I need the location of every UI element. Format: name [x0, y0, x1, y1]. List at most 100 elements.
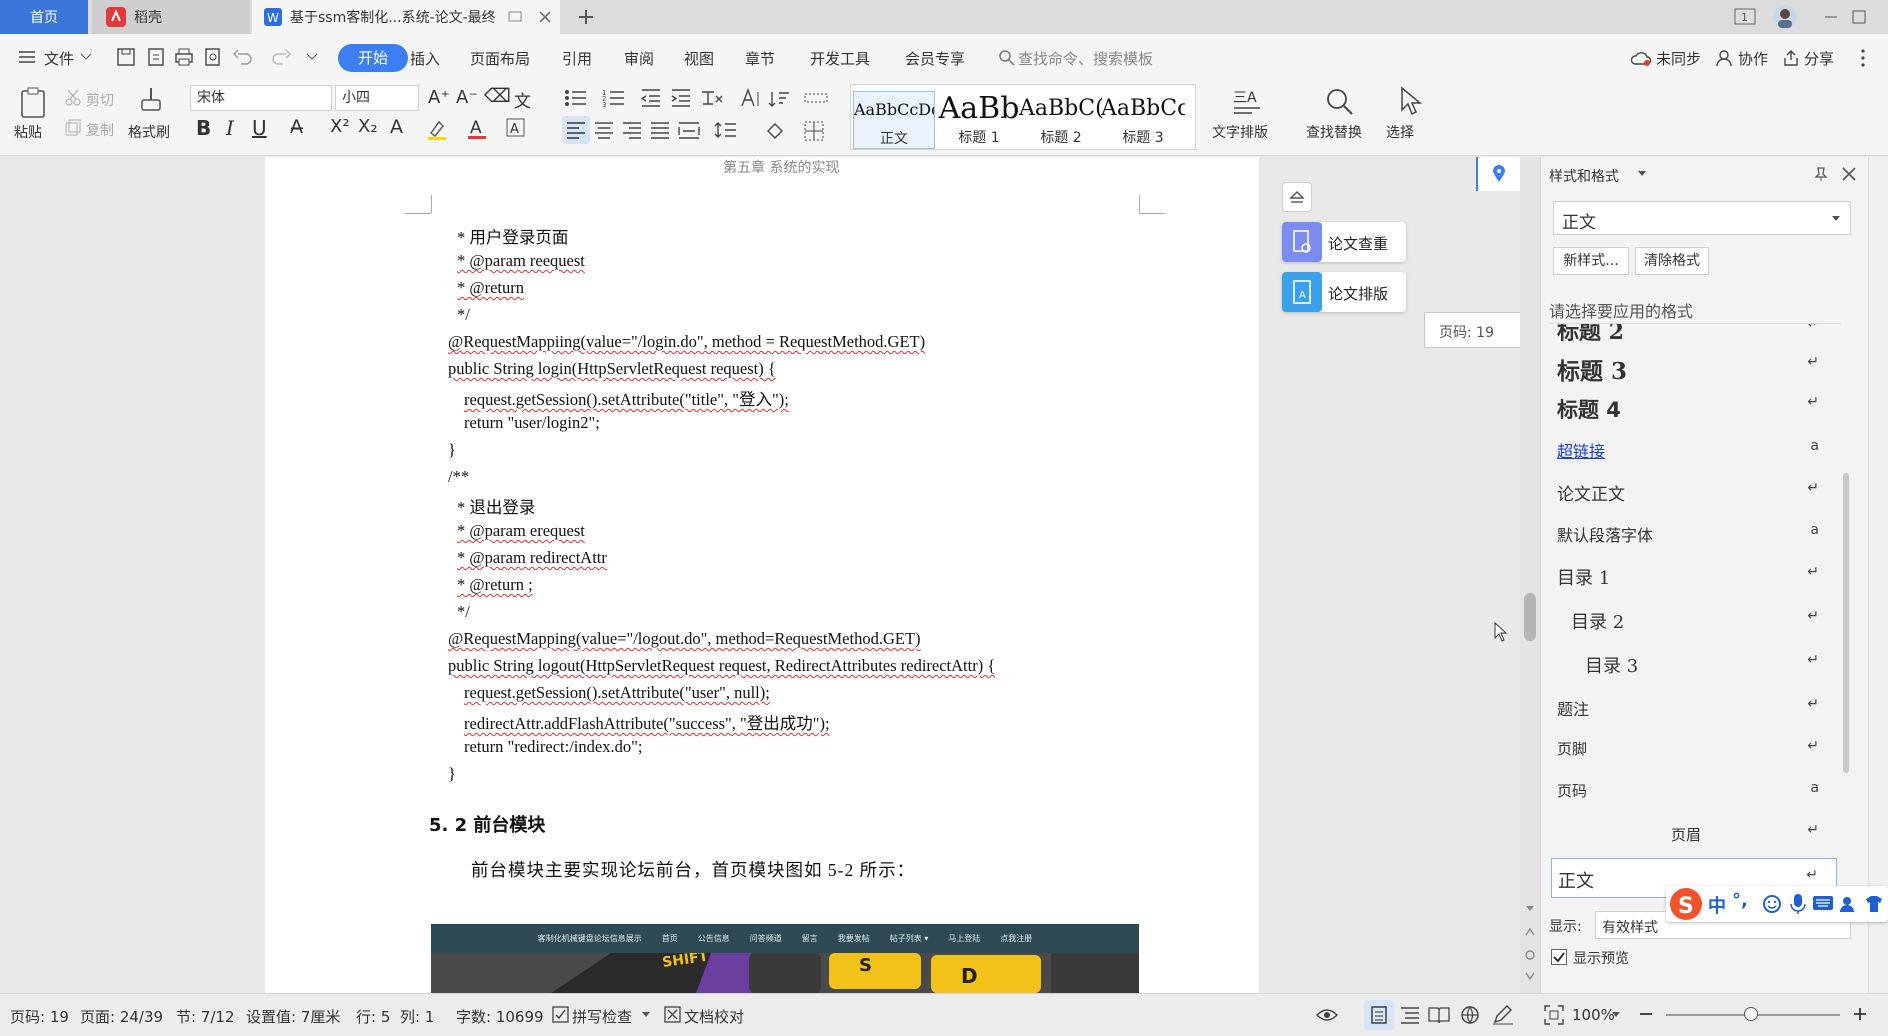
align-center-icon[interactable] [594, 121, 614, 139]
numbered-list-icon[interactable]: 123 [602, 88, 626, 108]
style-item-toc-2[interactable]: 目录 2 ↵ [1549, 598, 1841, 640]
print-icon[interactable] [174, 47, 194, 67]
page-count-icon[interactable]: 1 [1734, 7, 1758, 27]
style-item-default-font[interactable]: 默认段落字体 a [1549, 512, 1841, 552]
style-item-toc-1[interactable]: 目录 1 ↵ [1549, 554, 1841, 596]
select-button[interactable]: 选择 [1386, 122, 1414, 142]
grow-font-icon[interactable]: A⁺ [428, 87, 450, 108]
status-words[interactable]: 字数: 10699 [456, 1006, 544, 1027]
new-style-button[interactable]: 新样式... [1553, 247, 1629, 275]
phonetic-guide-icon[interactable]: 文 [514, 87, 531, 112]
close-icon[interactable] [1841, 166, 1857, 182]
write-mode-icon[interactable] [1492, 1005, 1514, 1025]
scroll-down-icon[interactable] [1525, 905, 1535, 913]
style-item-thesis-body[interactable]: 论文正文 ↵ [1549, 470, 1841, 510]
font-family-select[interactable]: 宋体 [190, 85, 332, 111]
line-spacing-icon[interactable] [714, 121, 738, 139]
chevron-down-icon[interactable] [1638, 171, 1646, 177]
keyboard-icon[interactable] [1812, 895, 1834, 911]
minimize-icon[interactable] [1822, 8, 1840, 26]
proofread-icon[interactable] [664, 1006, 682, 1024]
web-view-icon[interactable] [1460, 1005, 1480, 1025]
select-browse-object-icon[interactable] [1524, 949, 1536, 961]
increase-indent-icon[interactable] [670, 88, 692, 108]
font-color-icon[interactable]: A [466, 118, 488, 140]
status-pages[interactable]: 页面: 24/39 [80, 1006, 163, 1027]
status-section[interactable]: 节: 7/12 [176, 1006, 235, 1027]
style-item-heading-3[interactable]: 标题 3 ↵ [1549, 344, 1841, 385]
style-list-scroll-thumb[interactable] [1843, 473, 1849, 773]
scroll-thumb[interactable] [1524, 593, 1536, 641]
next-page-icon[interactable] [1525, 971, 1535, 981]
style-item-header[interactable]: 页眉 ↵ [1549, 812, 1841, 854]
share-icon[interactable] [1782, 49, 1800, 67]
spell-check-button[interactable]: 拼写检查 [572, 1006, 632, 1027]
menu-home[interactable]: 开始 [338, 44, 408, 72]
ime-toolbar[interactable]: S 中 °, [1666, 886, 1888, 922]
avatar[interactable] [1772, 4, 1798, 30]
style-item-page-number[interactable]: 页码 a [1549, 770, 1841, 810]
align-right-icon[interactable] [622, 121, 642, 139]
ime-punctuation[interactable]: °, [1732, 890, 1748, 911]
text-effect-icon[interactable]: A [390, 116, 403, 138]
sync-status[interactable]: 未同步 [1656, 48, 1701, 69]
shrink-font-icon[interactable]: A⁻ [456, 87, 478, 108]
collaborate-button[interactable]: 协作 [1738, 48, 1768, 69]
tab-daoke[interactable]: 稻壳 [92, 0, 250, 34]
bold-icon[interactable]: B [196, 116, 211, 140]
tab-document[interactable]: W 基于ssm客制化...系统-论文-最终 [252, 0, 560, 34]
clear-format-icon[interactable]: ⌫ [484, 85, 511, 107]
zoom-in-icon[interactable] [1852, 1006, 1868, 1022]
paste-icon[interactable] [18, 86, 50, 120]
fit-page-icon[interactable] [1544, 1005, 1564, 1025]
paste-button[interactable]: 粘贴 [14, 122, 42, 142]
bullet-list-icon[interactable] [564, 88, 588, 108]
user-center-icon[interactable] [1840, 894, 1860, 914]
cut-icon[interactable] [64, 88, 82, 106]
chevron-down-icon[interactable] [80, 52, 92, 62]
menu-reference[interactable]: 引用 [562, 48, 592, 69]
window-restore-icon[interactable] [508, 10, 524, 24]
style-item-footer[interactable]: 页脚 ↵ [1549, 728, 1841, 768]
collapse-tools-button[interactable] [1282, 182, 1312, 212]
print-preview-icon[interactable] [203, 47, 223, 67]
style-list[interactable]: 标题 2 ↵ 标题 3 ↵ 标题 4 ↵ 超链接 a 论文正文 ↵ 默认段落字体 a 目录 … [1549, 323, 1841, 905]
style-item-caption[interactable]: 题注 ↵ [1549, 686, 1841, 726]
maximize-icon[interactable] [1850, 8, 1868, 26]
pin-pane-icon[interactable] [1813, 166, 1829, 182]
document-page[interactable]: 第五章 系统的实现 * 用户登录页面 * @param reequest * @… [265, 157, 1259, 993]
italic-icon[interactable]: I [226, 116, 234, 140]
show-preview-checkbox[interactable] [1551, 949, 1567, 965]
redo-icon[interactable] [272, 47, 292, 67]
style-heading-2[interactable]: AaBbC( 标题 2 [1019, 91, 1103, 149]
zoom-slider-thumb[interactable] [1744, 1007, 1758, 1021]
chinese-layout-icon[interactable] [700, 88, 724, 108]
style-item-heading-2[interactable]: 标题 2 ↵ [1549, 324, 1841, 345]
show-marks-icon[interactable] [804, 88, 828, 108]
reading-view-icon[interactable] [1428, 1006, 1450, 1024]
export-pdf-icon[interactable] [146, 47, 166, 67]
copy-icon[interactable] [64, 118, 82, 136]
ime-language[interactable]: 中 [1708, 892, 1726, 918]
collaborate-icon[interactable] [1716, 49, 1734, 67]
outline-view-icon[interactable] [1400, 1006, 1420, 1024]
character-border-icon[interactable]: A [506, 118, 526, 138]
format-painter-button[interactable]: 格式刷 [128, 122, 170, 142]
decrease-indent-icon[interactable] [640, 88, 662, 108]
menu-developer[interactable]: 开发工具 [810, 48, 870, 69]
cut-button[interactable]: 剪切 [86, 90, 114, 110]
menu-member[interactable]: 会员专享 [905, 48, 965, 69]
cursor-select-icon[interactable] [1398, 86, 1422, 116]
sort-icon[interactable] [768, 88, 790, 108]
skin-shirt-icon[interactable] [1864, 894, 1884, 914]
proofread-button[interactable]: 文档校对 [684, 1006, 744, 1027]
strikethrough-icon[interactable]: A̶ [290, 116, 303, 138]
menu-view[interactable]: 视图 [684, 48, 714, 69]
hamburger-icon[interactable] [18, 49, 36, 65]
more-options-icon[interactable] [1860, 48, 1866, 68]
menu-page-layout[interactable]: 页面布局 [470, 48, 530, 69]
status-setting[interactable]: 设置值: 7厘米 [246, 1006, 340, 1027]
text-layout-button[interactable]: 文字排版 [1212, 122, 1268, 142]
style-item-toc-3[interactable]: 目录 3 ↵ [1549, 642, 1841, 684]
spell-check-icon[interactable] [552, 1006, 570, 1024]
